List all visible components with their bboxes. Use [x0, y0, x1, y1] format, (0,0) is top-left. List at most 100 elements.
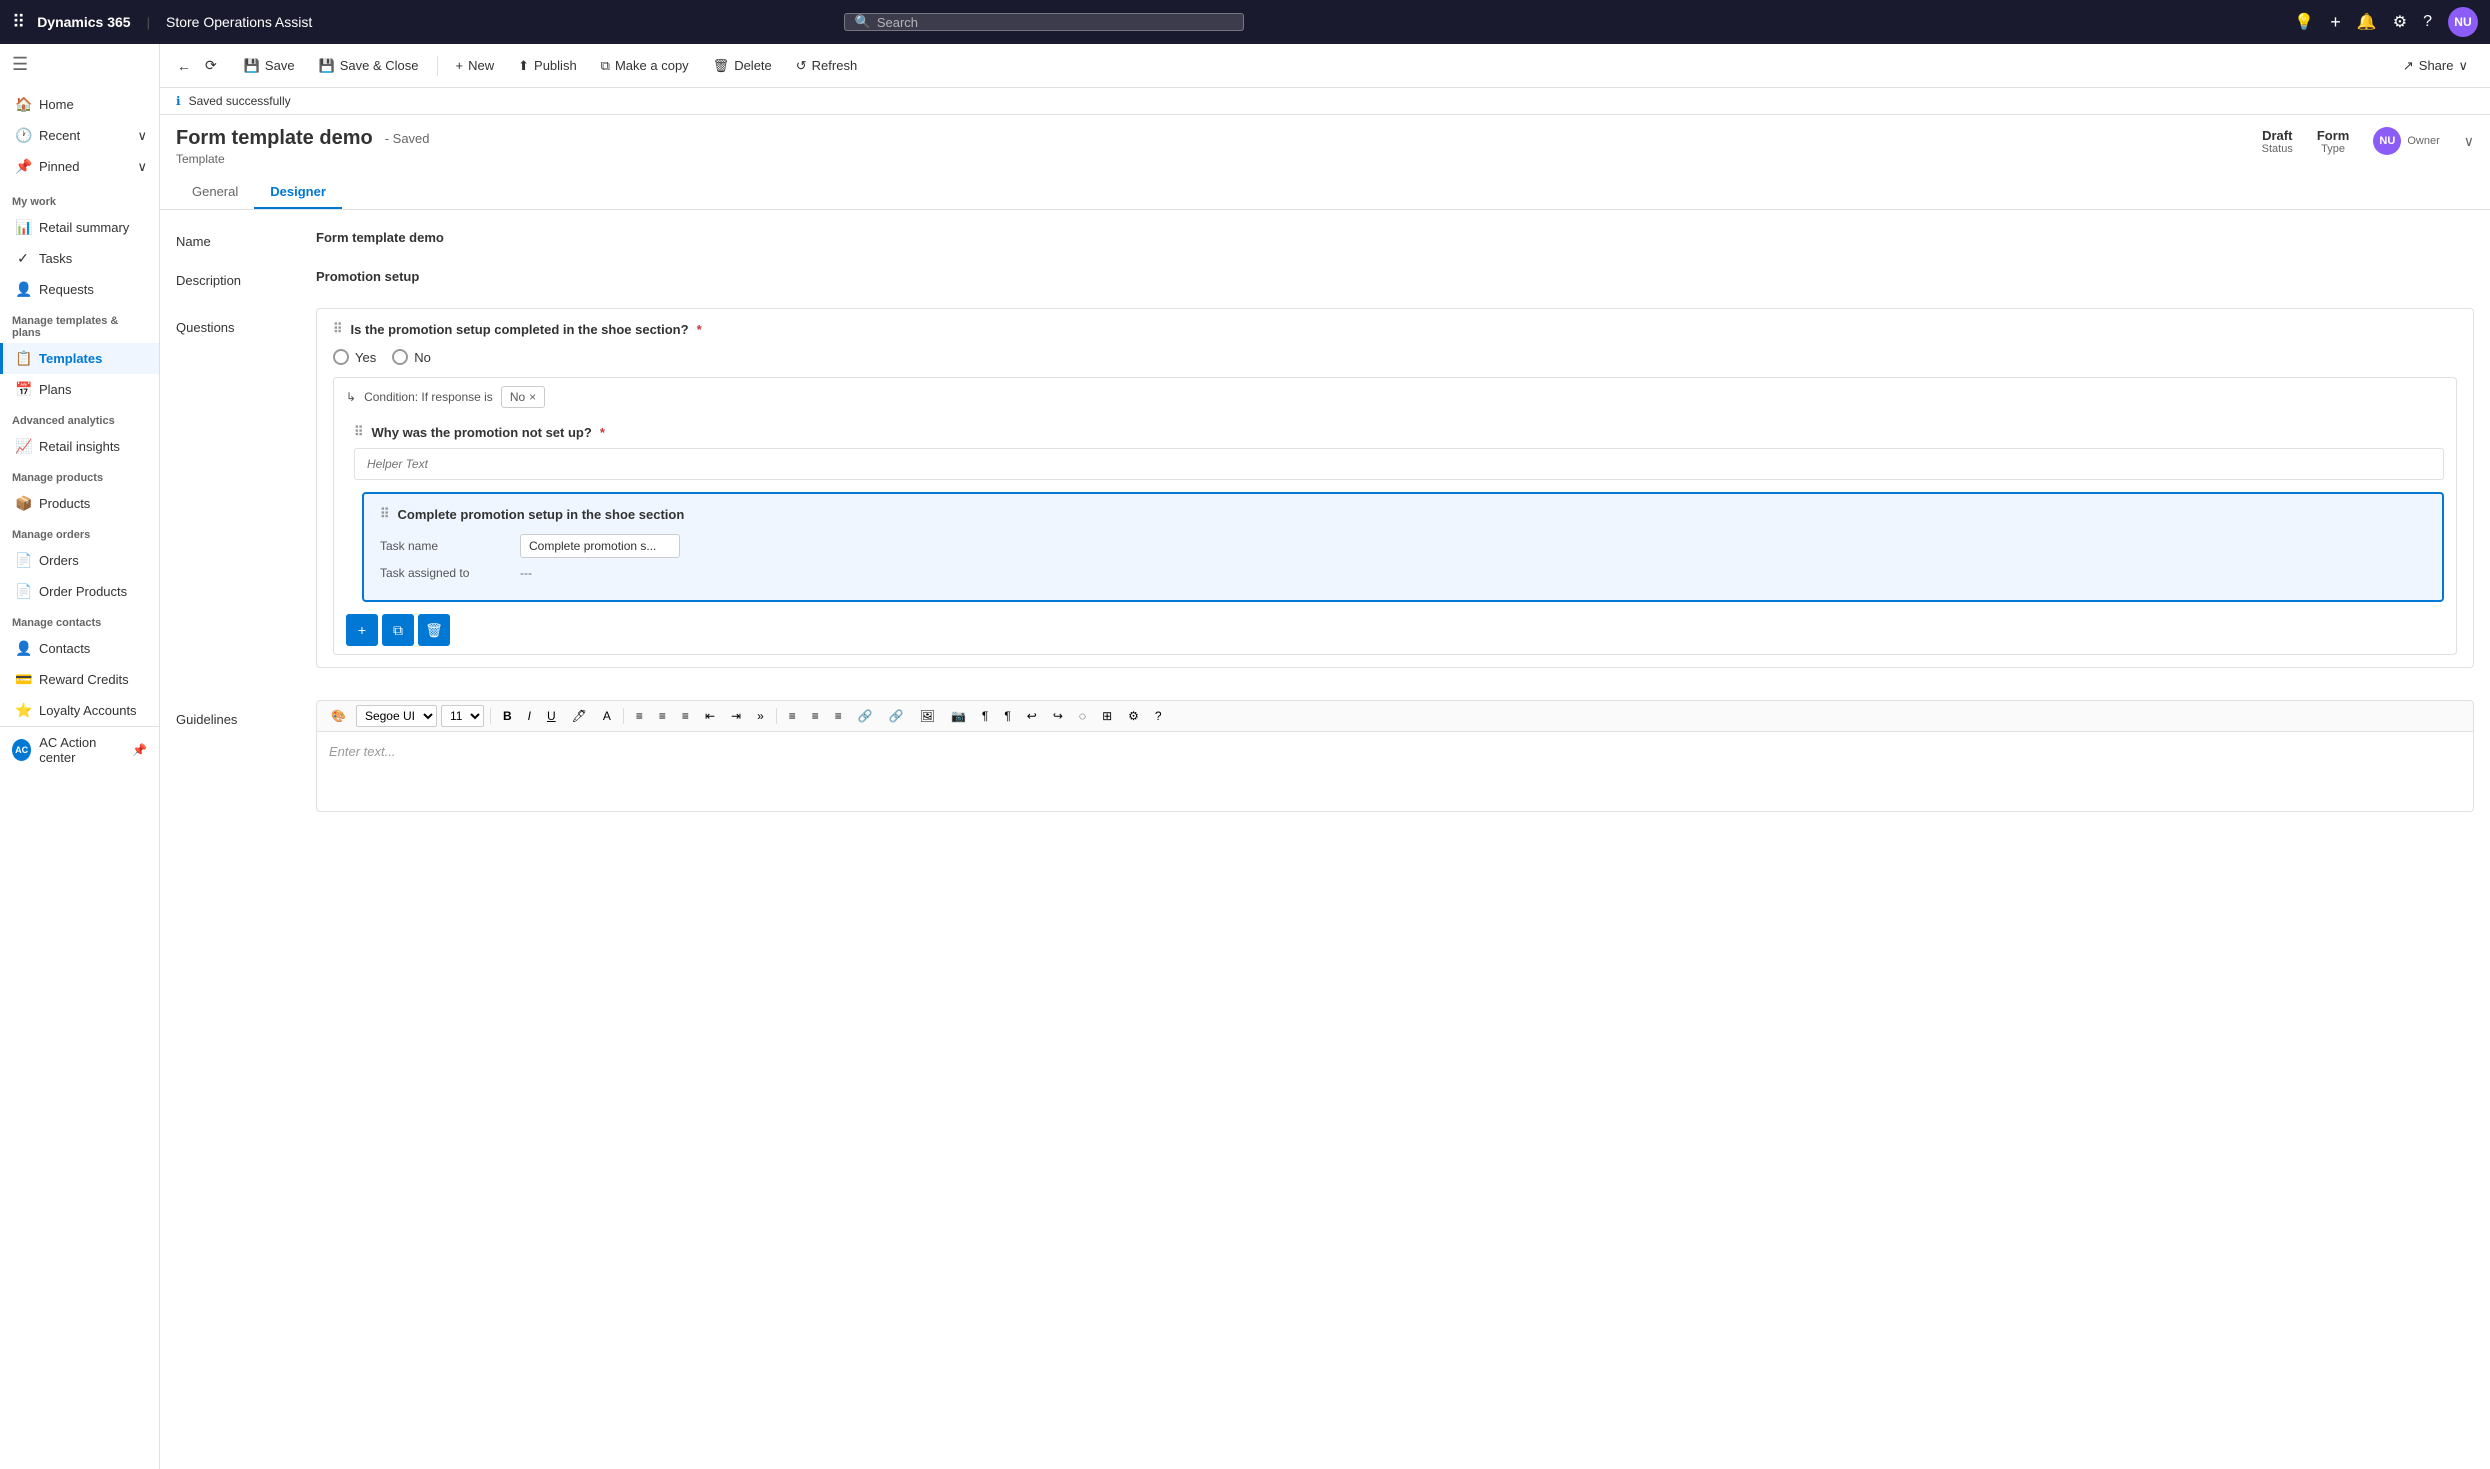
link-button[interactable]: 🔗	[852, 706, 879, 726]
option-yes[interactable]: Yes	[333, 349, 376, 365]
option-no[interactable]: No	[392, 349, 431, 365]
question-2-required: *	[600, 425, 605, 440]
sidebar-item-home[interactable]: 🏠 Home	[0, 89, 159, 120]
search-input[interactable]	[877, 15, 1233, 30]
forward-button[interactable]: ⟳	[200, 52, 222, 79]
help-icon[interactable]: ?	[2423, 13, 2432, 31]
blockquote-button[interactable]: »	[751, 706, 770, 726]
save-close-button[interactable]: 💾 Save & Close	[309, 53, 429, 79]
form-saved-label: - Saved	[385, 131, 430, 146]
action-center-item[interactable]: AC AC Action center 📌	[0, 726, 159, 773]
add-question-button[interactable]: +	[346, 614, 378, 646]
sidebar-item-order-products[interactable]: 📄 Order Products	[0, 576, 159, 607]
para2-button[interactable]: ¶	[998, 706, 1016, 726]
share-button[interactable]: ↗ Share ∨	[2393, 53, 2478, 79]
list-button[interactable]: ≡	[783, 706, 802, 726]
undo-button[interactable]: ↩	[1021, 706, 1043, 726]
name-value: Form template demo	[316, 230, 2474, 245]
new-button[interactable]: + New	[446, 53, 505, 78]
indent-button[interactable]: ⇥	[725, 706, 747, 726]
format-paint-button[interactable]: 🎨	[325, 706, 352, 726]
sidebar-item-retail-insights[interactable]: 📈 Retail insights	[0, 431, 159, 462]
align-left-button[interactable]: ≡	[630, 706, 649, 726]
delete-button[interactable]: 🗑 Delete	[703, 53, 782, 79]
sidebar-item-pinned[interactable]: 📌 Pinned ∨	[0, 151, 159, 182]
sidebar-item-loyalty-accounts[interactable]: ⭐ Loyalty Accounts	[0, 695, 159, 726]
image-button[interactable]: 🖼	[914, 706, 941, 726]
question-1-options: Yes No	[317, 349, 2473, 377]
table-button[interactable]: ⊞	[1096, 706, 1118, 726]
condition-tag-close[interactable]: ×	[529, 390, 536, 404]
highlight-button[interactable]: 🖊	[566, 706, 593, 726]
bold-button[interactable]: B	[497, 706, 518, 726]
header-chevron-icon[interactable]: ∨	[2464, 133, 2474, 150]
guidelines-editor[interactable]: Enter text...	[316, 732, 2474, 812]
sub-question-container: ⠿ Why was the promotion not set up? *	[354, 416, 2444, 480]
unlink-button[interactable]: 🔗	[883, 706, 910, 726]
lightbulb-icon[interactable]: 💡	[2294, 12, 2314, 32]
align-right-button[interactable]: ≡	[676, 706, 695, 726]
helper-text-input[interactable]	[354, 448, 2444, 480]
para-button[interactable]: ¶	[976, 706, 994, 726]
settings-button[interactable]: ⚙	[1122, 706, 1145, 726]
outdent-button[interactable]: ⇤	[699, 706, 721, 726]
clear-button[interactable]: ◌	[1073, 706, 1092, 726]
sidebar-item-reward-credits[interactable]: 💳 Reward Credits	[0, 664, 159, 695]
font-color-button[interactable]: A	[597, 706, 617, 726]
tab-designer[interactable]: Designer	[254, 176, 342, 209]
bell-icon[interactable]: 🔔	[2357, 12, 2377, 32]
question-2-drag-handle[interactable]: ⠿	[354, 424, 364, 440]
templates-icon: 📋	[15, 350, 31, 367]
sidebar-toggle[interactable]: ☰	[0, 44, 159, 85]
sidebar-item-tasks[interactable]: ✓ Tasks	[0, 243, 159, 274]
refresh-button[interactable]: ↺ Refresh	[786, 53, 867, 79]
dynamics-logo[interactable]: Dynamics 365	[37, 14, 130, 30]
media-button[interactable]: 📷	[945, 706, 972, 726]
table-list-button[interactable]: ≡	[829, 706, 848, 726]
sidebar-item-orders[interactable]: 📄 Orders	[0, 545, 159, 576]
font-size-select[interactable]: 11	[441, 705, 484, 727]
question-1-drag-handle[interactable]: ⠿	[333, 321, 343, 337]
sidebar-item-products[interactable]: 📦 Products	[0, 488, 159, 519]
sidebar-item-contacts[interactable]: 👤 Contacts	[0, 633, 159, 664]
sidebar-item-recent[interactable]: 🕐 Recent ∨	[0, 120, 159, 151]
italic-button[interactable]: I	[522, 706, 537, 726]
action-center-label: AC Action center	[39, 735, 124, 765]
search-box[interactable]: 🔍	[844, 13, 1244, 31]
align-center-button[interactable]: ≡	[653, 706, 672, 726]
add-icon: +	[358, 622, 366, 638]
user-avatar[interactable]: NU	[2448, 7, 2478, 37]
sidebar-item-requests[interactable]: 👤 Requests	[0, 274, 159, 305]
task-name-label: Task name	[380, 539, 520, 553]
sidebar-item-templates[interactable]: 📋 Templates	[0, 343, 159, 374]
pinned-chevron-icon: ∨	[137, 159, 147, 175]
back-button[interactable]: ←	[172, 53, 196, 79]
task-drag-handle[interactable]: ⠿	[380, 506, 390, 522]
delete-question-button[interactable]: 🗑	[418, 614, 450, 646]
contacts-icon: 👤	[15, 640, 31, 657]
pinned-icon: 📌	[15, 158, 31, 175]
tab-general[interactable]: General	[176, 176, 254, 209]
questions-label: Questions	[176, 308, 316, 335]
publish-button[interactable]: ⬆ Publish	[508, 53, 587, 79]
radio-no-icon	[392, 349, 408, 365]
underline-button[interactable]: U	[541, 706, 562, 726]
apps-menu-icon[interactable]: ⠿	[12, 12, 25, 33]
save-button[interactable]: 💾 Save	[234, 53, 305, 79]
ordered-list-button[interactable]: ≡	[806, 706, 825, 726]
redo-button[interactable]: ↪	[1047, 706, 1069, 726]
gear-icon[interactable]: ⚙	[2393, 12, 2407, 32]
sidebar-item-retail-summary[interactable]: 📊 Retail summary	[0, 212, 159, 243]
form-subtitle: Template	[176, 152, 430, 166]
publish-icon: ⬆	[518, 58, 529, 74]
make-copy-button[interactable]: ⧉ Make a copy	[591, 53, 699, 79]
help-toolbar-button[interactable]: ?	[1149, 706, 1168, 726]
sidebar-item-plans[interactable]: 📅 Plans	[0, 374, 159, 405]
add-icon[interactable]: +	[2330, 12, 2341, 33]
font-family-select[interactable]: Segoe UI	[356, 705, 437, 727]
copy-question-button[interactable]: ⧉	[382, 614, 414, 646]
action-buttons: + ⧉ 🗑	[346, 614, 2444, 646]
action-center-pin-icon[interactable]: 📌	[132, 743, 147, 757]
task-name-input[interactable]: Complete promotion s...	[520, 534, 680, 558]
question-1-required: *	[697, 322, 702, 337]
